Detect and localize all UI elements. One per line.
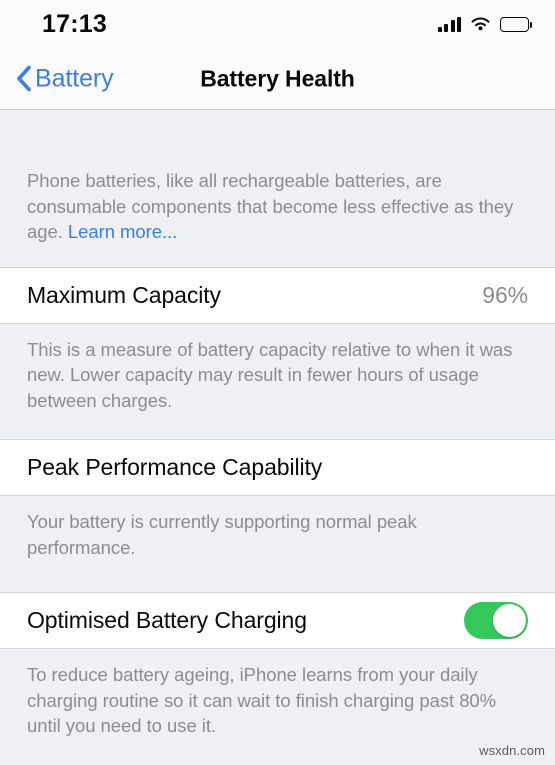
wifi-icon: [470, 16, 491, 32]
peak-performance-description: Your battery is currently supporting nor…: [27, 511, 417, 558]
maximum-capacity-description: This is a measure of battery capacity re…: [27, 338, 513, 411]
battery-icon: [500, 16, 533, 32]
status-bar-indicators: [437, 16, 533, 32]
watermark: wsxdn.com: [479, 743, 545, 758]
settings-content: Phone batteries, like all rechargeable b…: [0, 110, 555, 765]
cellular-signal-icon: [437, 16, 461, 32]
optimised-battery-charging-label: Optimised Battery Charging: [27, 607, 307, 633]
navigation-bar: Battery Battery Health: [0, 48, 555, 110]
intro-description: Phone batteries, like all rechargeable b…: [0, 110, 555, 267]
learn-more-link[interactable]: Learn more...: [68, 221, 177, 242]
maximum-capacity-row[interactable]: Maximum Capacity 96%: [0, 266, 555, 324]
maximum-capacity-label: Maximum Capacity: [27, 281, 221, 308]
optimised-battery-charging-description: To reduce battery ageing, iPhone learns …: [27, 664, 497, 736]
maximum-capacity-value: 96%: [482, 281, 528, 308]
peak-performance-label: Peak Performance Capability: [27, 454, 323, 480]
status-bar-time: 17:13: [42, 9, 107, 38]
page-title: Battery Health: [200, 65, 355, 91]
optimised-battery-charging-toggle[interactable]: [464, 602, 528, 639]
peak-performance-row[interactable]: Peak Performance Capability: [0, 439, 555, 496]
optimised-battery-charging-row[interactable]: Optimised Battery Charging: [0, 592, 555, 649]
status-bar: 17:13: [0, 0, 555, 48]
toggle-knob: [493, 604, 526, 637]
